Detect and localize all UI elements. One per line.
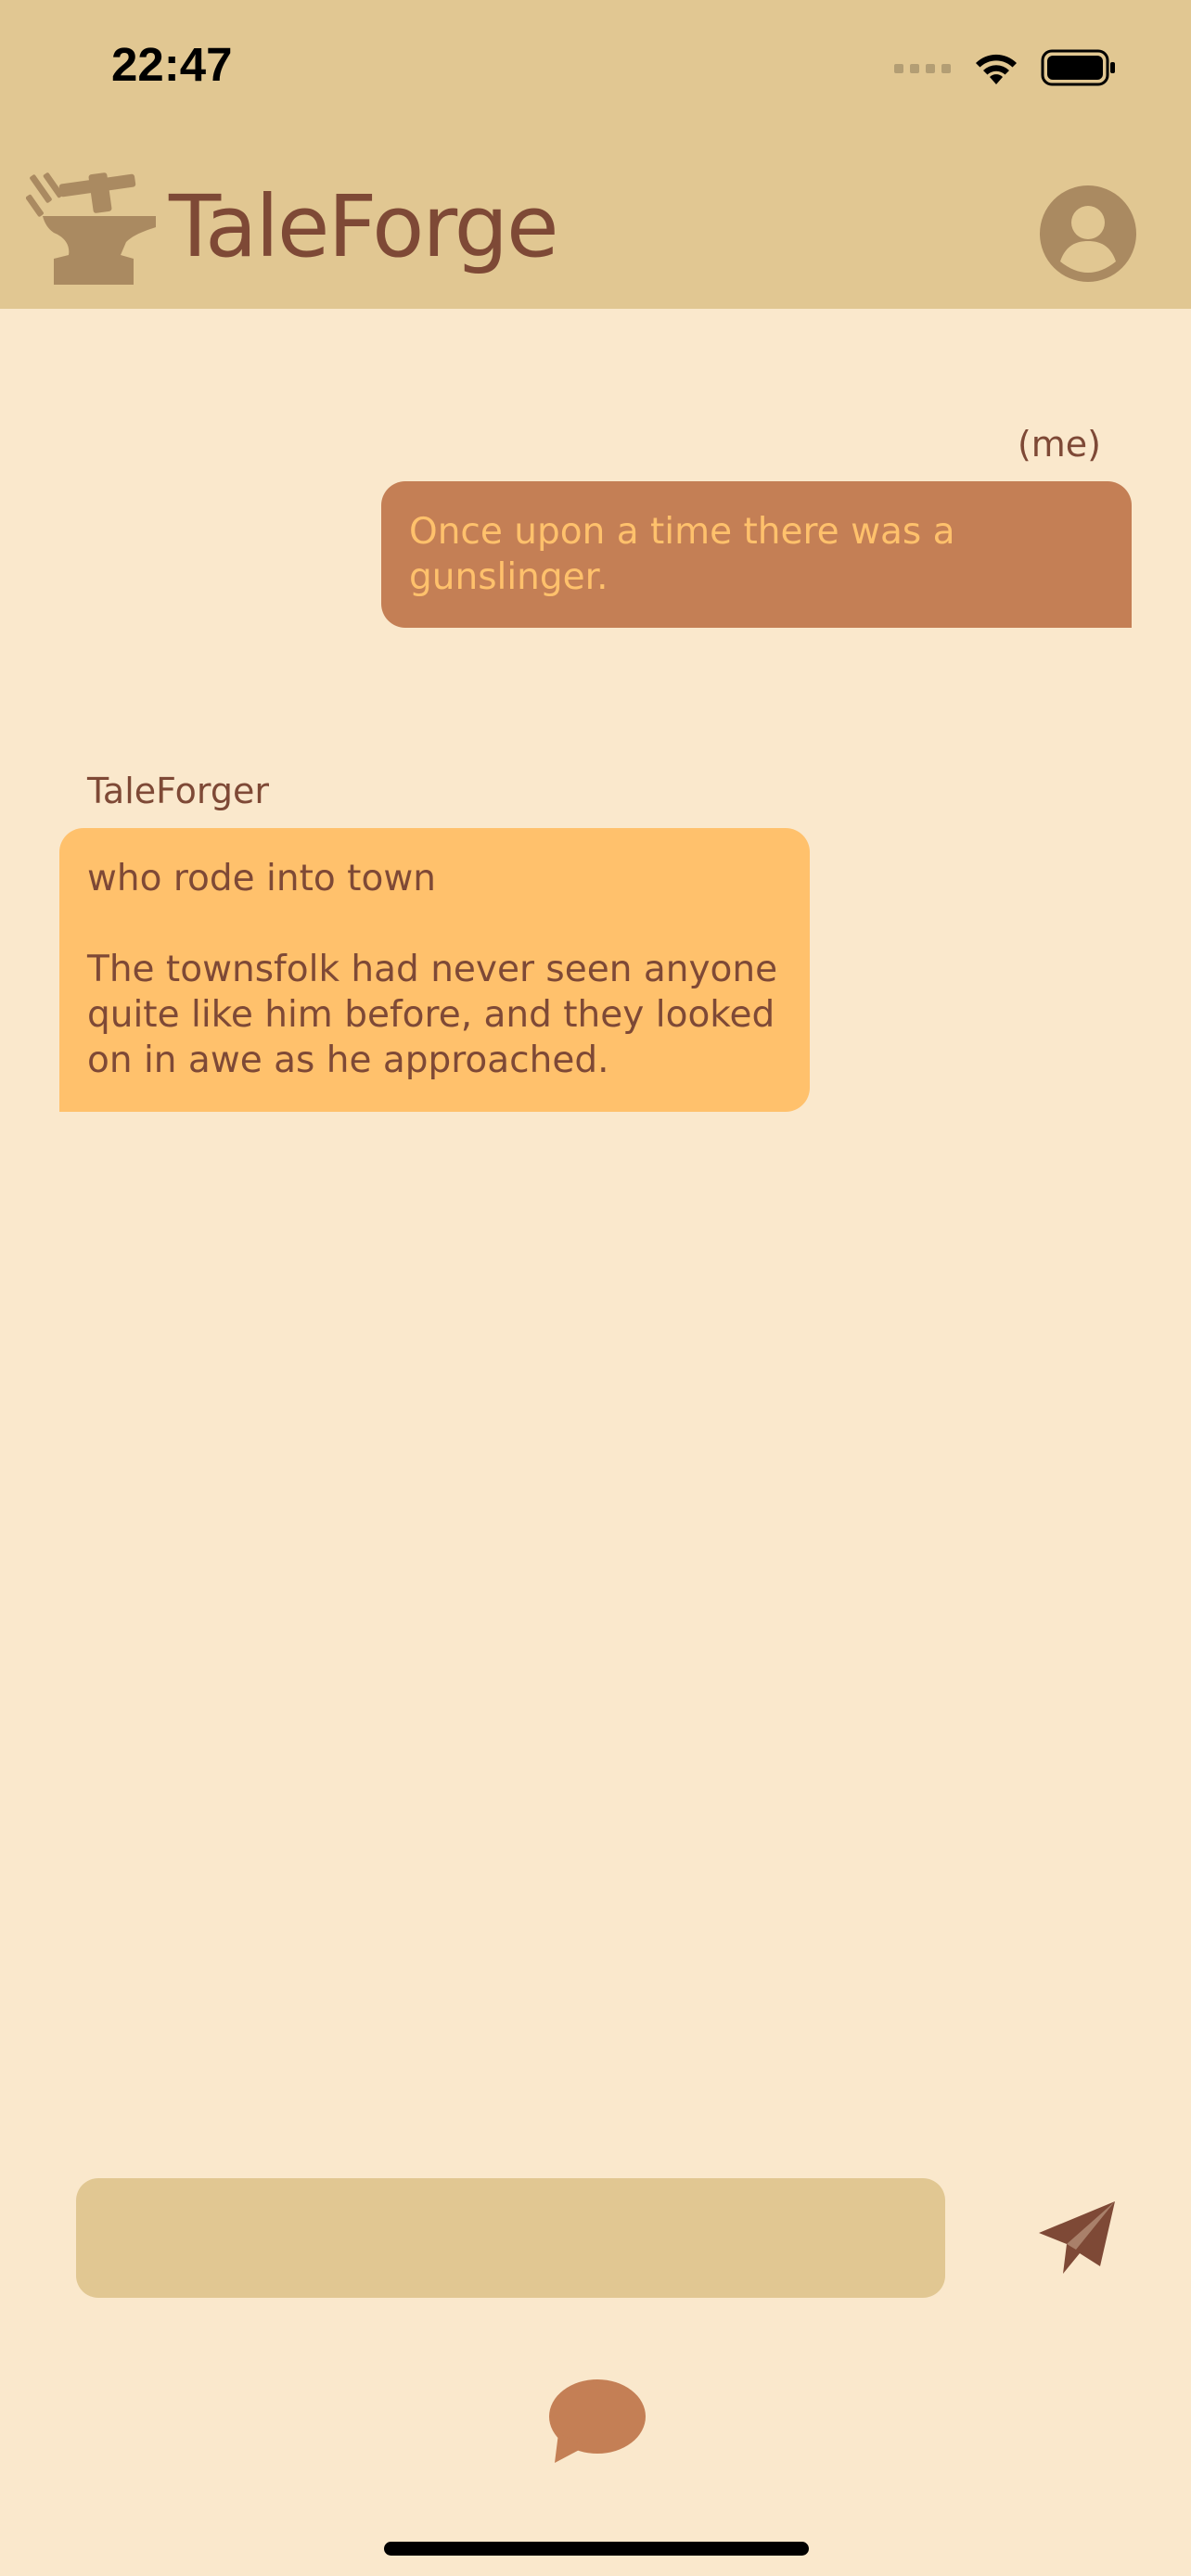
status-time: 22:47 [111,38,233,91]
brand: TaleForge [26,167,559,287]
bot-message-bubble: who rode into town The townsfolk had nev… [59,828,810,1112]
paper-plane-icon[interactable] [1035,2196,1119,2279]
wifi-icon [976,54,1017,84]
chat-bubble-icon[interactable] [545,2378,646,2467]
user-avatar-icon[interactable] [1040,185,1136,282]
message-input[interactable] [76,2178,945,2298]
anvil-hammer-icon [26,172,156,285]
user-message-bubble: Once upon a time there was a gunslinger. [381,481,1132,628]
message-author-bot: TaleForger [87,771,269,811]
app-title: TaleForge [169,177,559,276]
cellular-signal-icon [894,64,951,73]
battery-icon [1041,49,1115,86]
app-header: 22:47 TaleForge [0,0,1191,309]
home-indicator[interactable] [384,2542,809,2556]
status-icons [894,45,1117,91]
message-author-me: (me) [1017,424,1101,465]
